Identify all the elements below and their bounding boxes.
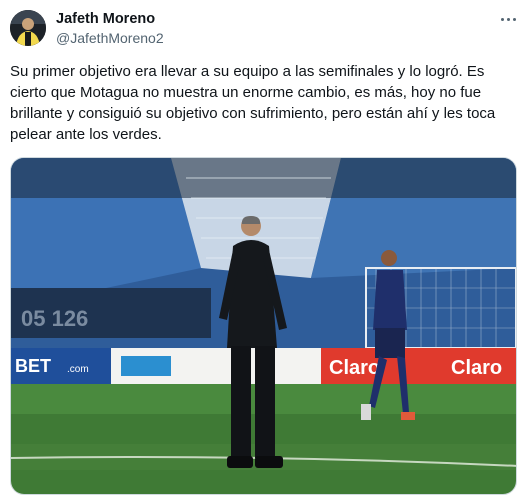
- author-name[interactable]: Jafeth Moreno: [56, 10, 155, 28]
- author-handle[interactable]: @JafethMoreno2: [56, 29, 164, 47]
- svg-text:BET: BET: [15, 356, 51, 376]
- svg-text:05 126: 05 126: [21, 306, 88, 331]
- svg-text:.com: .com: [67, 364, 89, 375]
- tweet-card: Jafeth Moreno @JafethMoreno2 Su primer o…: [0, 0, 525, 501]
- profile-photo-icon: [10, 10, 46, 46]
- svg-text:Claro: Claro: [329, 357, 380, 379]
- tweet-text: Su primer objetivo era llevar a su equip…: [10, 63, 496, 143]
- more-options-icon[interactable]: [497, 10, 519, 28]
- stadium-photo: 05 126 BET .com Claro Claro: [11, 158, 516, 494]
- tweet-photo[interactable]: 05 126 BET .com Claro Claro: [10, 157, 517, 495]
- author-avatar[interactable]: [10, 10, 46, 46]
- svg-text:Claro: Claro: [451, 357, 502, 379]
